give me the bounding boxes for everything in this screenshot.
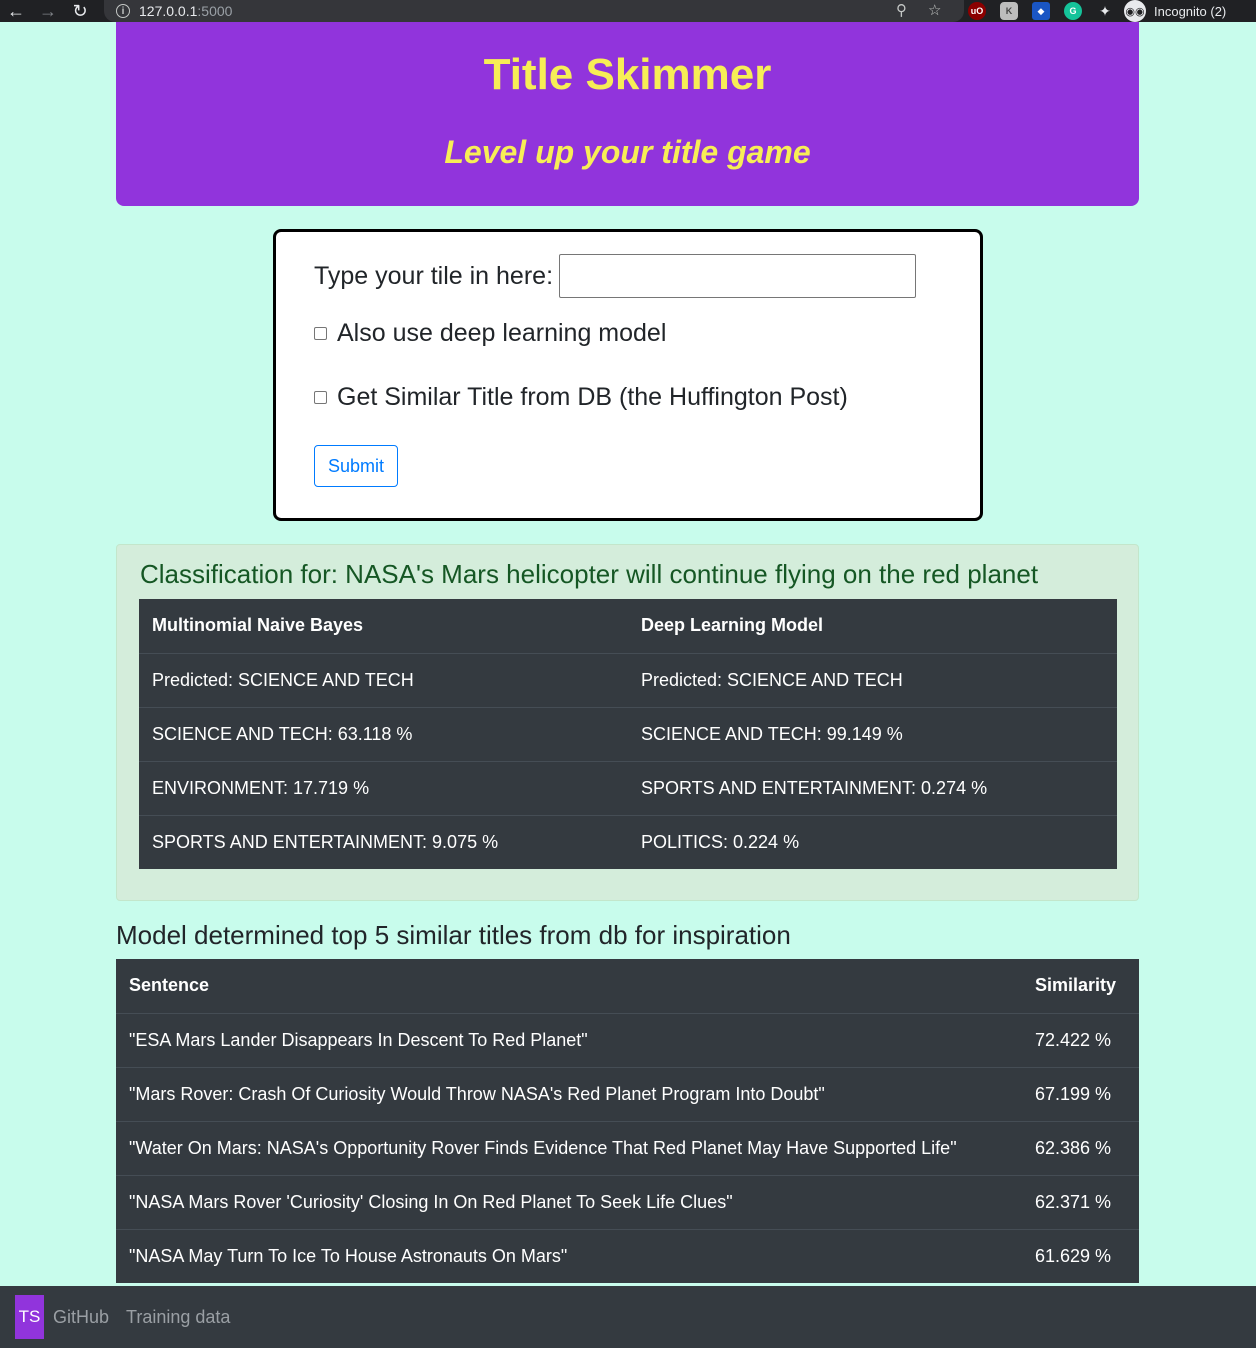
table-row: "ESA Mars Lander Disappears In Descent T… [116,1012,1139,1067]
classification-table: Multinomial Naive Bayes Deep Learning Mo… [139,599,1117,869]
browser-toolbar: ← → ↻ i 127.0.0.1:5000 ⚲ ☆ uO K ◆ G ✦ ◉◉… [0,0,1256,22]
table-cell: SPORTS AND ENTERTAINMENT: 9.075 % [139,814,628,869]
bookmark-star-icon[interactable]: ☆ [928,1,941,19]
table-header-row: Multinomial Naive Bayes Deep Learning Mo… [139,599,1117,653]
url-host: 127.0.0.1 [139,3,198,19]
column-header-similarity: Similarity [1035,975,1117,996]
column-header-deep-learning: Deep Learning Model [641,615,824,636]
ublock-icon[interactable]: uO [968,2,986,20]
classification-heading: Classification for: NASA's Mars helicopt… [140,559,1039,589]
table-row: "NASA Mars Rover 'Curiosity' Closing In … [116,1174,1139,1229]
forward-arrow-icon[interactable]: → [32,0,64,22]
table-row: "Water On Mars: NASA's Opportunity Rover… [116,1120,1139,1175]
table-cell: Predicted: SCIENCE AND TECH [628,652,1117,707]
title-input[interactable] [559,254,917,298]
similar-title-label[interactable]: Get Similar Title from DB (the Huffingto… [337,383,848,412]
page-title: Title Skimmer [483,50,772,99]
title-input-row: Type your tile in here: [314,254,917,298]
puzzle-icon[interactable]: ✦ [1096,2,1114,20]
table-cell: Predicted: SCIENCE AND TECH [139,652,628,707]
sentence-cell: "NASA May Turn To Ice To House Astronaut… [116,1228,1029,1283]
sentence-cell: "ESA Mars Lander Disappears In Descent T… [116,1012,1029,1067]
address-bar[interactable]: i 127.0.0.1:5000 ⚲ ☆ [104,0,964,22]
similar-title-checkbox[interactable] [314,391,327,404]
page-subtitle: Level up your title game [444,134,811,170]
classification-panel: Classification for: NASA's Mars helicopt… [116,544,1139,901]
incognito-indicator[interactable]: ◉◉ Incognito (2) [1124,0,1226,22]
incognito-label: Incognito (2) [1154,3,1227,19]
similarity-cell: 61.629 % [1029,1228,1139,1283]
similar-title-option[interactable]: Get Similar Title from DB (the Huffingto… [314,383,848,412]
shield-extension-icon[interactable]: ◆ [1032,2,1050,20]
sentence-cell: "Mars Rover: Crash Of Curiosity Would Th… [116,1066,1029,1121]
column-header-naive-bayes: Multinomial Naive Bayes [152,615,364,636]
extension-icon[interactable]: K [1000,2,1018,20]
table-row: SPORTS AND ENTERTAINMENT: 9.075 % POLITI… [139,814,1117,869]
url-text[interactable]: 127.0.0.1:5000 [139,3,232,19]
table-cell: SPORTS AND ENTERTAINMENT: 0.274 % [628,760,1117,815]
brand-logo[interactable]: TS [15,1295,44,1339]
sentence-cell: "NASA Mars Rover 'Curiosity' Closing In … [116,1174,1029,1229]
title-form: Type your tile in here: Also use deep le… [273,229,983,521]
similar-titles-table: Sentence Similarity "ESA Mars Lander Dis… [116,959,1139,1283]
training-data-link[interactable]: Training data [126,1307,230,1328]
deep-learning-checkbox[interactable] [314,327,327,340]
back-arrow-icon[interactable]: ← [0,0,32,22]
table-row: "Mars Rover: Crash Of Curiosity Would Th… [116,1066,1139,1121]
similarity-cell: 62.371 % [1029,1174,1139,1229]
title-input-label: Type your tile in here: [314,261,554,290]
sentence-cell: "Water On Mars: NASA's Opportunity Rover… [116,1120,1029,1175]
similarity-cell: 72.422 % [1029,1012,1139,1067]
grammarly-icon[interactable]: G [1064,2,1082,20]
table-row: Predicted: SCIENCE AND TECH Predicted: S… [139,652,1117,707]
similarity-cell: 62.386 % [1029,1120,1139,1175]
github-link[interactable]: GitHub [53,1307,109,1328]
table-row: "NASA May Turn To Ice To House Astronaut… [116,1228,1139,1283]
table-cell: ENVIRONMENT: 17.719 % [139,760,628,815]
url-port: :5000 [197,3,233,19]
similar-titles-heading: Model determined top 5 similar titles fr… [116,920,791,950]
table-row: SCIENCE AND TECH: 63.118 % SCIENCE AND T… [139,706,1117,761]
table-cell: SCIENCE AND TECH: 99.149 % [628,706,1117,761]
table-header-row: Sentence Similarity [116,959,1139,1013]
column-header-sentence: Sentence [129,975,210,996]
deep-learning-label[interactable]: Also use deep learning model [337,319,666,348]
table-cell: SCIENCE AND TECH: 63.118 % [139,706,628,761]
header-banner: Title Skimmer Level up your title game [116,22,1139,206]
deep-learning-option[interactable]: Also use deep learning model [314,319,666,348]
submit-button[interactable]: Submit [314,445,398,487]
incognito-icon: ◉◉ [1124,0,1146,22]
similarity-cell: 67.199 % [1029,1066,1139,1121]
table-cell: POLITICS: 0.224 % [628,814,1117,869]
footer-navbar: TS GitHub Training data [0,1286,1256,1348]
info-icon[interactable]: i [116,4,130,18]
zoom-icon[interactable]: ⚲ [896,1,907,19]
reload-icon[interactable]: ↻ [64,0,96,22]
table-row: ENVIRONMENT: 17.719 % SPORTS AND ENTERTA… [139,760,1117,815]
